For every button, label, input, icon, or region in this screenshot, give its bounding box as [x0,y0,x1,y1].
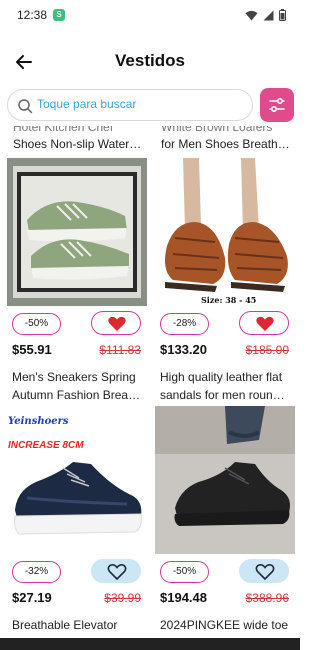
favorite-button[interactable] [91,559,141,583]
product-card-peek[interactable]: White Brown Loafers for Men Shoes Breath… [155,126,295,154]
product-price: $133.20 [160,342,207,357]
filter-button[interactable] [260,88,294,122]
product-title-line: for Men Shoes Breath… [161,137,290,151]
product-image [155,406,295,554]
image-caption: INCREASE 8CM [8,440,84,451]
header: Vestidos [0,40,300,84]
heart-filled-icon [256,316,274,331]
wifi-icon [245,10,258,20]
product-image: Size: 38 - 45 [155,158,295,306]
product-old-price: $39.99 [104,591,141,605]
favorite-button[interactable] [239,311,289,335]
search-input[interactable] [37,97,237,111]
product-title-line: Men's Sneakers Spring [12,370,136,384]
sneaker-photo [7,406,147,554]
product-title-line: Shoes Non-slip Water… [13,137,142,151]
cell-signal-icon [263,10,274,20]
product-old-price: $388.96 [245,591,289,605]
product-card[interactable]: -50% $194.48 $388.96 2024PINGKEE wide to… [155,406,295,636]
discount-badge: -50% [12,313,61,335]
shoe-photo [155,406,295,554]
system-navigation-bar [0,638,300,650]
product-image: Yeinshoers INCREASE 8CM [7,406,147,554]
product-card-peek[interactable]: Hotel Kitchen Chef Shoes Non-slip Water… [7,126,147,154]
product-title-line: 2024PINGKEE wide toe [160,618,289,632]
sneaker-photo [7,158,147,306]
product-title-line: Hotel Kitchen Chef [13,126,114,134]
sandal-photo [155,158,295,306]
product-price: $194.48 [160,590,207,605]
notification-app-icon: S [53,9,65,21]
product-title-line: Autumn Fashion Brea… [12,388,141,402]
product-card[interactable]: Size: 38 - 45 -28% $133.20 $185.00 High … [155,158,295,402]
product-title-line: sandals for men roun… [160,388,285,402]
page-title: Vestidos [115,51,185,70]
product-card[interactable]: -50% $55.91 $111.83 Men's Sneakers Sprin… [7,158,147,402]
product-title-line: Breathable Elevator [12,618,118,632]
status-icons [245,9,286,21]
product-image [7,158,147,306]
product-price: $55.91 [12,342,52,357]
image-caption: Size: 38 - 45 [201,295,257,305]
image-brand-text: Yeinshoers [8,416,69,427]
product-old-price: $185.00 [245,343,289,357]
heart-outline-icon [107,564,127,581]
discount-badge: -28% [160,313,209,335]
status-bar: 12:38 S [0,0,300,32]
product-title-line: White Brown Loafers [161,126,273,134]
heart-filled-icon [108,316,126,331]
search-box[interactable] [7,89,253,121]
heart-outline-icon [255,564,275,581]
sliders-icon [269,98,285,112]
favorite-button[interactable] [91,311,141,335]
product-title-line: High quality leather flat [160,370,283,384]
status-time: 12:38 [17,8,48,22]
search-icon [18,99,33,114]
product-card[interactable]: Yeinshoers INCREASE 8CM -32% $27.19 $39.… [7,406,147,636]
favorite-button[interactable] [239,559,289,583]
product-old-price: $111.83 [99,343,141,357]
discount-badge: -50% [160,561,209,583]
product-grid: Hotel Kitchen Chef Shoes Non-slip Water…… [0,126,300,636]
product-price: $27.19 [12,590,52,605]
discount-badge: -32% [12,561,61,583]
battery-icon [279,9,286,21]
search-row [0,88,300,122]
